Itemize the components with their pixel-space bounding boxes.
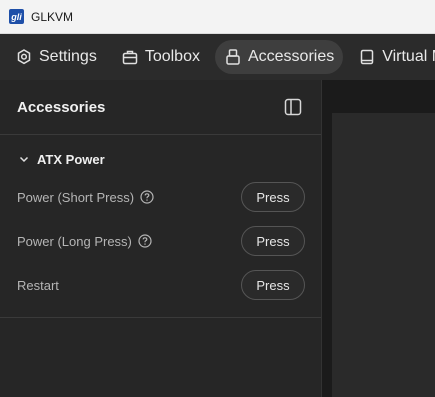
window-titlebar: gli GLKVM <box>0 0 435 34</box>
press-button-long[interactable]: Press <box>241 226 305 256</box>
atx-power-rows: Power (Short Press) Press Power (Long Pr… <box>0 175 321 307</box>
tab-virtual-media-label: Virtual M <box>382 48 435 65</box>
row-label: Restart <box>17 277 59 293</box>
press-button-short[interactable]: Press <box>241 182 305 212</box>
atx-power-section-toggle[interactable]: ATX Power <box>18 149 321 169</box>
usb-plug-icon <box>226 49 240 65</box>
tab-settings[interactable]: Settings <box>6 40 106 74</box>
book-icon <box>360 49 374 65</box>
gear-icon <box>17 49 31 65</box>
tab-virtual-media[interactable]: Virtual M <box>349 40 435 74</box>
top-navbar: Settings Toolbox Accessories Virtual M <box>0 34 435 80</box>
list-item: Power (Long Press) Press <box>0 219 321 263</box>
tab-accessories-label: Accessories <box>247 48 335 65</box>
tab-toolbox-label: Toolbox <box>144 48 200 65</box>
main-area <box>322 80 435 397</box>
list-item: Restart Press <box>0 263 321 307</box>
help-icon[interactable] <box>140 190 154 204</box>
section-title: ATX Power <box>37 151 105 167</box>
row-label: Power (Long Press) <box>17 233 132 249</box>
sidebar-toggle-icon <box>284 98 302 116</box>
row-label: Power (Short Press) <box>17 189 135 205</box>
sidebar-toggle-button[interactable] <box>283 97 303 117</box>
remote-screen-viewer[interactable] <box>332 113 435 397</box>
panel-title: Accessories <box>17 98 106 116</box>
tab-settings-label: Settings <box>39 48 97 65</box>
accessories-panel: Accessories ATX Power Power (Short Press… <box>0 80 322 397</box>
tab-accessories[interactable]: Accessories <box>214 40 344 74</box>
list-item: Power (Short Press) Press <box>0 175 321 219</box>
help-icon[interactable] <box>138 234 152 248</box>
chevron-down-icon <box>19 156 29 163</box>
press-button-restart[interactable]: Press <box>241 270 305 300</box>
panel-header: Accessories <box>0 80 321 135</box>
divider <box>0 317 321 318</box>
toolbox-icon <box>122 50 138 65</box>
tab-toolbox[interactable]: Toolbox <box>112 40 209 74</box>
app-logo-icon: gli <box>9 9 24 24</box>
window-title: GLKVM <box>31 9 74 24</box>
